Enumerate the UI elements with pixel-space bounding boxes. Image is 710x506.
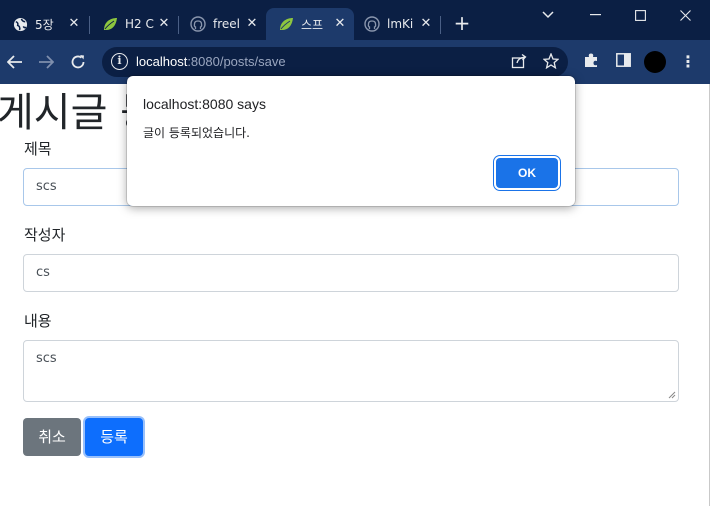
cancel-button[interactable]: 취소: [23, 418, 81, 456]
close-icon[interactable]: ✕: [418, 16, 434, 32]
author-label: 작성자: [24, 226, 66, 244]
minimize-icon[interactable]: [572, 0, 618, 30]
tab-title: 스프: [301, 17, 324, 32]
profile-avatar[interactable]: [644, 51, 666, 73]
spring-leaf-icon: [102, 16, 118, 32]
content-value: scs: [36, 351, 57, 366]
close-icon[interactable]: ✕: [244, 16, 260, 32]
alert-dialog: localhost:8080 says 글이 등록되었습니다. OK: [127, 76, 575, 206]
tab-strip: 5장 ✕ H2 C ✕ freel ✕ 스프 ✕ lmKi ✕ +: [0, 0, 710, 40]
new-tab-button[interactable]: +: [452, 13, 472, 34]
window-close-icon[interactable]: [662, 0, 708, 30]
tab-title: lmKi: [387, 17, 414, 31]
close-icon[interactable]: ✕: [66, 16, 82, 32]
content-textarea[interactable]: scs: [23, 340, 679, 402]
tab-1[interactable]: 5장 ✕: [0, 8, 88, 40]
forward-arrow-icon[interactable]: [34, 50, 58, 74]
close-icon[interactable]: ✕: [332, 16, 348, 32]
tab-5[interactable]: lmKi ✕: [352, 8, 440, 40]
menu-kebab-icon[interactable]: ⋮: [680, 52, 696, 72]
tab-divider: [440, 16, 441, 34]
back-arrow-icon[interactable]: [3, 50, 27, 74]
info-icon[interactable]: i: [111, 53, 128, 70]
tab-search-chevron-icon[interactable]: [525, 0, 571, 30]
globe-icon: [12, 16, 28, 32]
content-label: 내용: [24, 312, 52, 330]
author-input[interactable]: cs: [23, 254, 679, 292]
address-bar[interactable]: i localhost:8080/posts/save: [102, 47, 568, 77]
save-button[interactable]: 등록: [85, 418, 143, 456]
title-label: 제목: [24, 140, 52, 158]
spring-leaf-icon: [278, 16, 294, 32]
share-icon[interactable]: [510, 53, 528, 71]
dialog-origin: localhost:8080 says: [143, 96, 266, 112]
ok-button[interactable]: OK: [496, 158, 558, 188]
reload-icon[interactable]: [66, 50, 90, 74]
extensions-puzzle-icon[interactable]: [581, 52, 601, 72]
tab-3[interactable]: freel ✕: [178, 8, 266, 40]
dialog-message: 글이 등록되었습니다.: [143, 126, 250, 140]
github-icon: [190, 16, 206, 32]
address-url: localhost:8080/posts/save: [136, 54, 286, 69]
side-panel-icon[interactable]: [613, 52, 633, 72]
tab-2[interactable]: H2 C ✕: [90, 8, 178, 40]
bookmark-star-icon[interactable]: [542, 52, 560, 71]
github-icon: [364, 16, 380, 32]
maximize-icon[interactable]: [617, 0, 663, 30]
tab-4-active[interactable]: 스프 ✕: [266, 8, 354, 40]
close-icon[interactable]: ✕: [156, 16, 172, 32]
resize-grip-icon[interactable]: [668, 391, 676, 399]
